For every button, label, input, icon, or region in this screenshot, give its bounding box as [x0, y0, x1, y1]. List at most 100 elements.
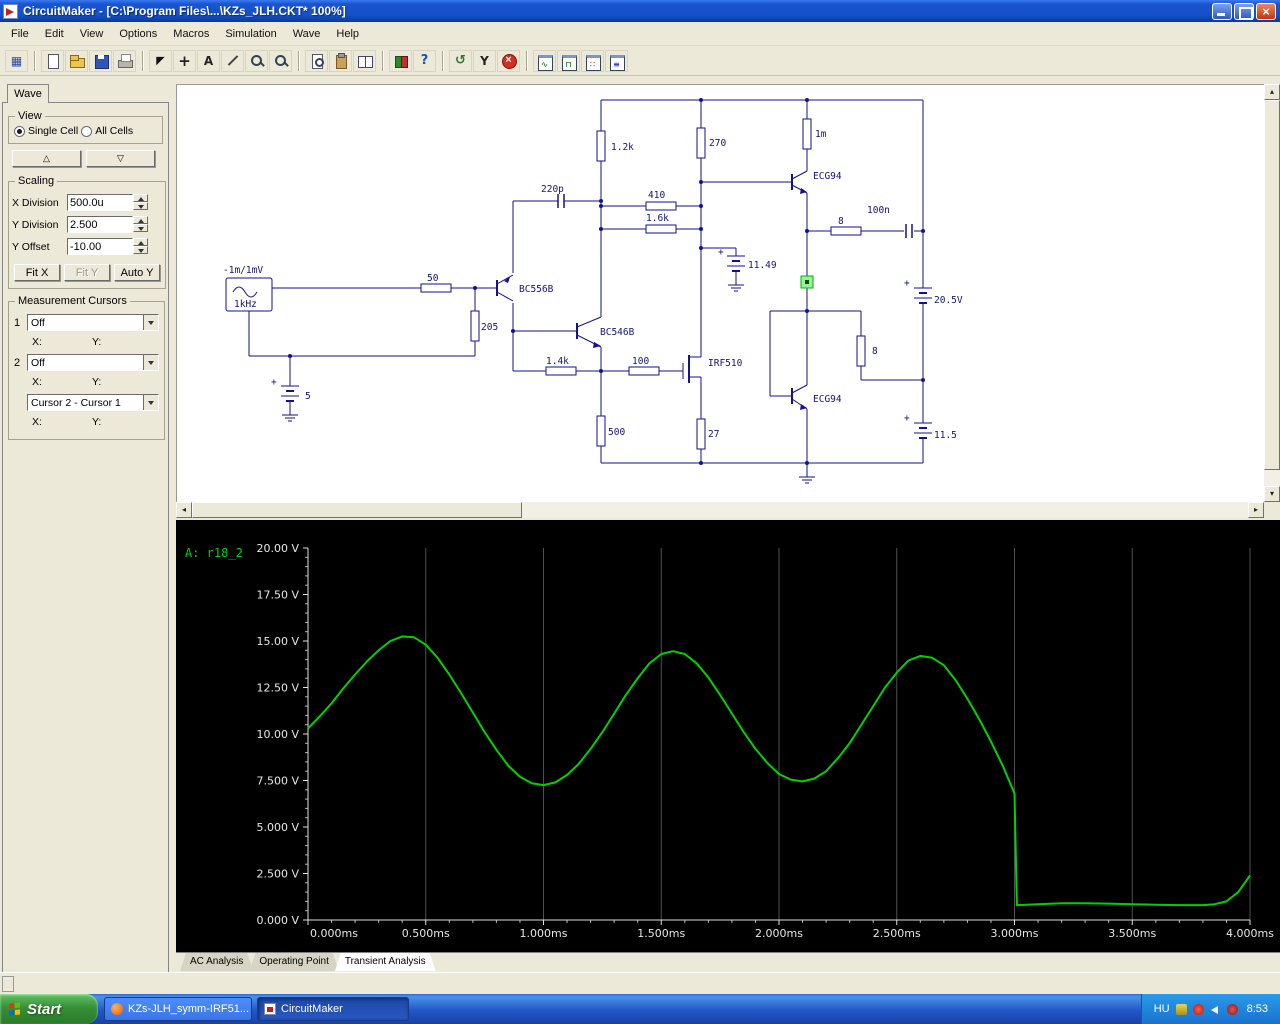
scroll-up-arrow[interactable]: ▴	[1264, 84, 1280, 100]
zoom-out-button[interactable]	[269, 50, 292, 72]
resistor-205[interactable]	[471, 311, 479, 341]
stop-button[interactable]	[497, 50, 520, 72]
transistor-ecg94-top[interactable]	[792, 171, 807, 194]
undo-button[interactable]	[449, 50, 472, 72]
battery-11v5[interactable]	[914, 423, 932, 438]
spinner-up-icon[interactable]	[133, 238, 148, 246]
chevron-down-icon[interactable]	[143, 315, 158, 330]
schematic-vertical-scrollbar[interactable]: ▴ ▾	[1264, 84, 1280, 502]
probe-button[interactable]	[473, 50, 496, 72]
scroll-up-button[interactable]: △	[12, 150, 81, 167]
wire-button[interactable]	[221, 50, 244, 72]
y-offset-input[interactable]	[67, 238, 133, 255]
menu-wave[interactable]: Wave	[285, 25, 329, 43]
antivirus-tray-icon[interactable]	[1193, 1004, 1204, 1015]
menu-edit[interactable]: Edit	[37, 25, 72, 43]
scope-analog-button[interactable]	[533, 50, 556, 72]
scroll-left-arrow[interactable]: ◂	[176, 502, 192, 518]
mixed-mode-button[interactable]	[389, 50, 412, 72]
resistor-27[interactable]	[697, 419, 705, 449]
resistor-270[interactable]	[697, 128, 705, 158]
language-indicator[interactable]: HU	[1154, 1003, 1170, 1015]
spinner-down-icon[interactable]	[133, 246, 148, 254]
capacitor-220p[interactable]	[558, 194, 564, 208]
save-button[interactable]	[89, 50, 112, 72]
zoom-in-button[interactable]	[245, 50, 268, 72]
taskbar-window-circuitmaker[interactable]: CircuitMaker	[257, 997, 409, 1021]
y-offset-spinner[interactable]	[133, 238, 148, 255]
display-tray-icon[interactable]	[1176, 1004, 1187, 1015]
resistor-8-zobel[interactable]	[831, 227, 861, 235]
cursor1-select[interactable]: Off	[27, 314, 159, 331]
tab-ac-analysis[interactable]: AC Analysis	[180, 953, 253, 971]
capacitor-100n[interactable]	[906, 224, 912, 238]
help-button[interactable]	[413, 50, 436, 72]
mosfet-irf510[interactable]	[683, 355, 689, 383]
scope-digital-button[interactable]	[557, 50, 580, 72]
x-division-spinner[interactable]	[133, 194, 148, 211]
waveform-plot[interactable]: 0.000 V2.500 V5.000 V7.500 V10.00 V12.50…	[176, 520, 1280, 952]
auto-y-button[interactable]: Auto Y	[114, 264, 160, 281]
fit-y-button[interactable]: Fit Y	[64, 264, 110, 281]
schematic-horizontal-scrollbar[interactable]: ◂ ▸	[176, 502, 1264, 518]
resistor-1k2[interactable]	[597, 131, 605, 161]
single-cell-radio[interactable]: Single Cell	[14, 125, 78, 137]
volume-tray-icon[interactable]	[1210, 1004, 1221, 1015]
find-button[interactable]	[305, 50, 328, 72]
vertical-scroll-thumb[interactable]	[1264, 100, 1280, 470]
schematic-canvas[interactable]: 1.2k 270 1m 220p 410 1.6k 8 100n ECG94 -…	[176, 84, 1264, 502]
menu-view[interactable]: View	[72, 25, 112, 43]
resistor-500[interactable]	[597, 416, 605, 446]
menu-macros[interactable]: Macros	[165, 25, 217, 43]
horizontal-scroll-thumb[interactable]	[192, 502, 522, 518]
x-division-input[interactable]	[67, 194, 133, 211]
cursor2-select[interactable]: Off	[27, 354, 159, 371]
scroll-down-arrow[interactable]: ▾	[1264, 486, 1280, 502]
spinner-up-icon[interactable]	[133, 194, 148, 202]
start-button[interactable]: Start	[0, 994, 98, 1024]
taskbar-window-document[interactable]: KZs-JLH_symm-IRF51...	[104, 997, 252, 1021]
resistor-410[interactable]	[646, 202, 676, 210]
scope-xy-button[interactable]	[581, 50, 604, 72]
resistor-1k4[interactable]	[546, 367, 576, 375]
battery-5[interactable]	[281, 386, 299, 401]
resistor-8-out[interactable]	[857, 336, 865, 366]
cursor-button[interactable]	[149, 50, 172, 72]
add-part-button[interactable]	[173, 50, 196, 72]
scroll-right-arrow[interactable]: ▸	[1248, 502, 1264, 518]
resistor-50[interactable]	[421, 284, 451, 292]
analog-digital-button[interactable]	[5, 50, 28, 72]
circuit-wires[interactable]	[249, 100, 923, 477]
spinner-up-icon[interactable]	[133, 216, 148, 224]
menu-file[interactable]: File	[3, 25, 37, 43]
clipboard-button[interactable]	[329, 50, 352, 72]
battery-11v49[interactable]	[727, 256, 745, 271]
resistor-1k6[interactable]	[646, 225, 676, 233]
messenger-tray-icon[interactable]	[1227, 1004, 1238, 1015]
menu-help[interactable]: Help	[328, 25, 367, 43]
scroll-down-button[interactable]: ▽	[86, 150, 155, 167]
minimize-button[interactable]	[1212, 3, 1232, 20]
scope-meter-button[interactable]	[605, 50, 628, 72]
battery-20v5[interactable]	[914, 288, 932, 303]
print-button[interactable]	[113, 50, 136, 72]
new-button[interactable]	[41, 50, 64, 72]
maximize-button[interactable]	[1234, 3, 1254, 20]
transistor-bc556b[interactable]	[497, 275, 513, 301]
chevron-down-icon[interactable]	[143, 395, 158, 410]
all-cells-radio[interactable]: All Cells	[81, 125, 133, 137]
resistor-100[interactable]	[629, 367, 659, 375]
menu-options[interactable]: Options	[111, 25, 165, 43]
menu-simulation[interactable]: Simulation	[217, 25, 284, 43]
y-division-input[interactable]	[67, 216, 133, 233]
transistor-ecg94-bottom[interactable]	[792, 385, 807, 410]
spinner-down-icon[interactable]	[133, 224, 148, 232]
cursor-diff-select[interactable]: Cursor 2 - Cursor 1	[27, 394, 159, 411]
open-button[interactable]	[65, 50, 88, 72]
tab-transient-analysis[interactable]: Transient Analysis	[335, 953, 436, 971]
wave-tab[interactable]: Wave	[7, 84, 49, 103]
text-button[interactable]	[197, 50, 220, 72]
split-view-button[interactable]	[353, 50, 376, 72]
transistor-bc546b[interactable]	[577, 317, 601, 348]
tab-operating-point[interactable]: Operating Point	[249, 953, 339, 971]
